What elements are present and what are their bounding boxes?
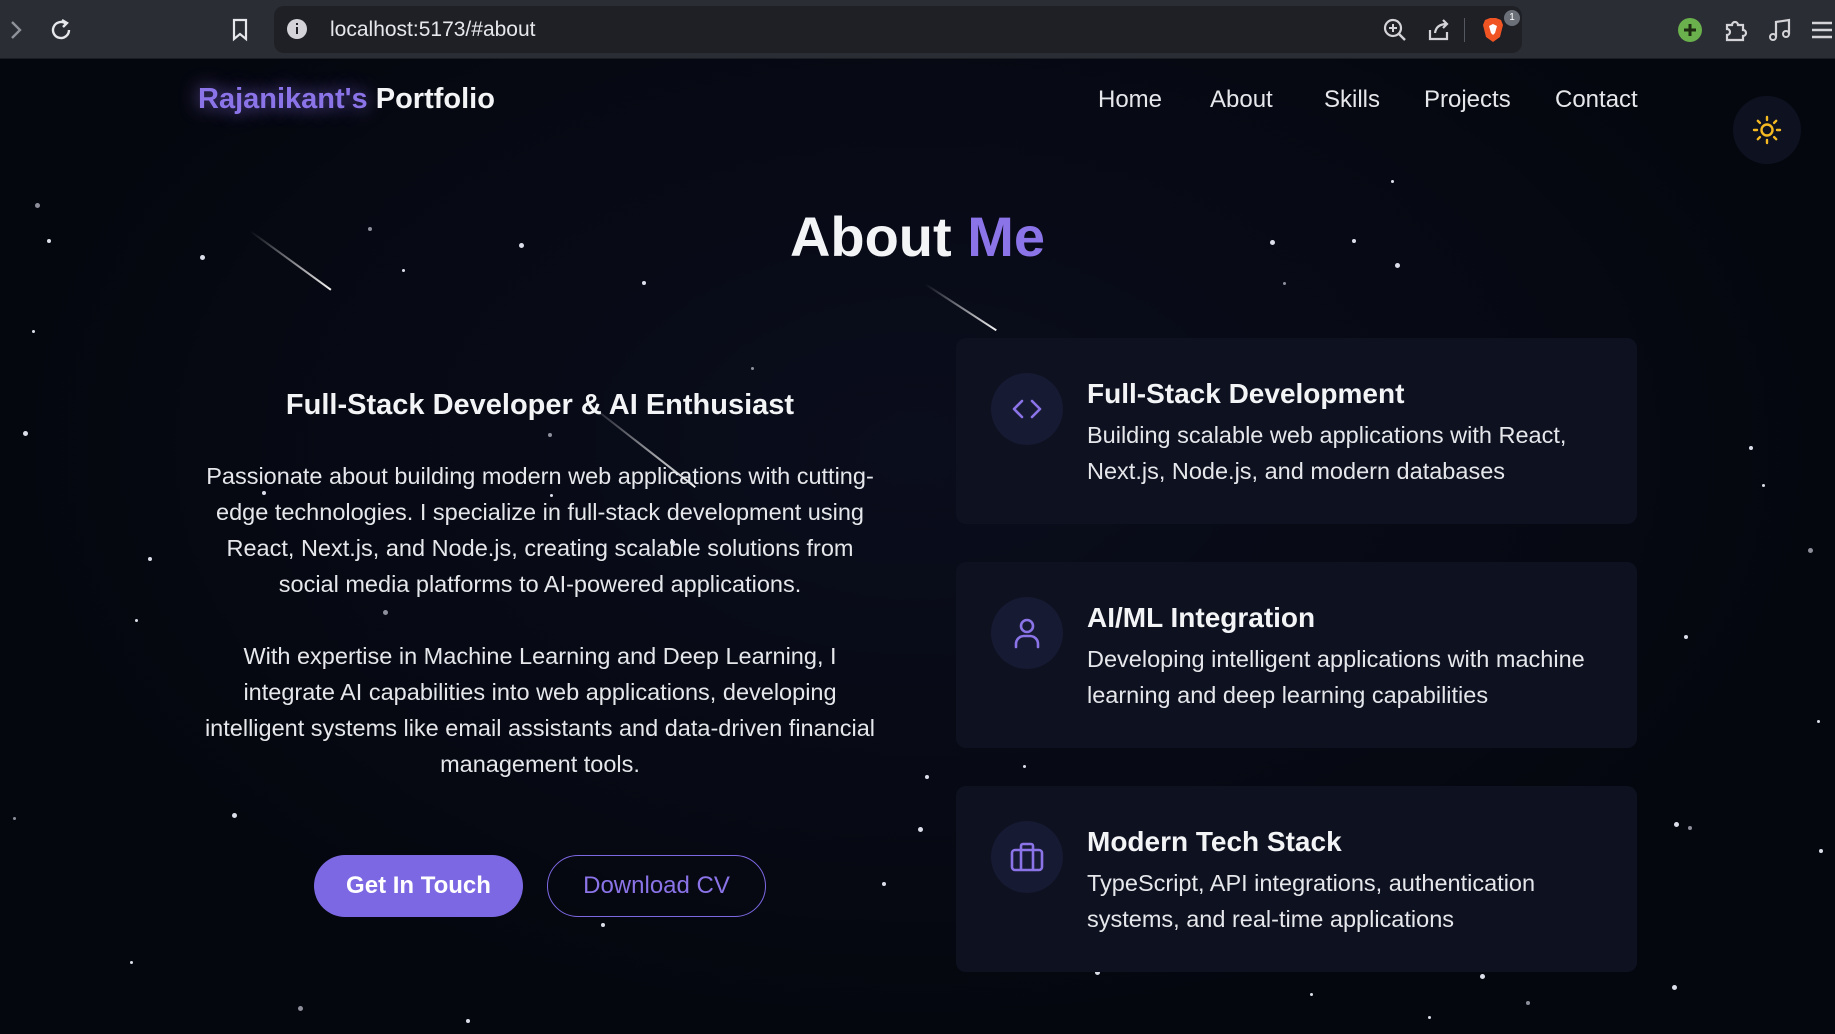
card-title: AI/ML Integration	[1087, 602, 1316, 633]
shields-count-badge: 1	[1504, 10, 1520, 26]
about-paragraph-1: Passionate about building modern web app…	[206, 463, 874, 597]
code-icon	[991, 373, 1063, 445]
card-title: Full-Stack Development	[1087, 378, 1405, 409]
address-bar[interactable]: localhost:5173/#about 1	[274, 6, 1522, 53]
star	[601, 923, 605, 927]
star	[1526, 1001, 1530, 1005]
browser-toolbar: localhost:5173/#about 1	[0, 0, 1835, 59]
star	[1480, 974, 1485, 979]
star	[1428, 1016, 1431, 1019]
star	[1023, 765, 1026, 768]
star	[23, 431, 28, 436]
card-title: Modern Tech Stack	[1087, 826, 1342, 857]
nav-contact[interactable]: Contact	[1555, 86, 1638, 114]
title-me: Me	[967, 205, 1046, 268]
feature-card-techstack: Modern Tech Stack TypeScript, API integr…	[956, 786, 1637, 972]
star	[298, 1006, 303, 1011]
download-cv-button[interactable]: Download CV	[547, 855, 766, 917]
media-icon[interactable]	[1764, 14, 1796, 46]
star	[130, 961, 133, 964]
star	[1283, 282, 1286, 285]
star	[232, 813, 237, 818]
briefcase-icon	[991, 821, 1063, 893]
logo-text: Portfolio	[375, 83, 495, 115]
title-about: About	[789, 205, 952, 268]
star	[1391, 180, 1394, 183]
site-info-icon[interactable]	[286, 18, 308, 40]
star	[882, 882, 886, 886]
star	[751, 367, 754, 370]
star	[135, 619, 138, 622]
nav-projects[interactable]: Projects	[1424, 86, 1511, 114]
star	[13, 817, 16, 820]
logo-accent: Rajanikant's	[198, 83, 368, 115]
star	[402, 269, 405, 272]
feature-card-fullstack: Full-Stack Development Building scalable…	[956, 338, 1637, 524]
card-description: TypeScript, API integrations, authentica…	[1087, 870, 1536, 932]
card-description: Building scalable web applications with …	[1087, 422, 1567, 484]
theme-toggle-button[interactable]	[1733, 96, 1801, 164]
toolbar-separator	[1464, 18, 1465, 42]
portfolio-page: Rajanikant's Portfolio Home About Skills…	[0, 59, 1835, 1034]
nav-skills[interactable]: Skills	[1324, 86, 1380, 114]
star	[1672, 985, 1677, 990]
star	[1749, 446, 1753, 450]
get-in-touch-button[interactable]: Get In Touch	[314, 855, 523, 917]
user-icon	[991, 597, 1063, 669]
star	[32, 330, 35, 333]
section-title: About Me	[0, 204, 1835, 269]
sun-icon	[1752, 115, 1782, 145]
star	[1688, 826, 1692, 830]
menu-icon[interactable]	[1806, 14, 1835, 46]
about-intro: Full-Stack Developer & AI Enthusiast Pas…	[195, 389, 885, 782]
star	[925, 775, 929, 779]
star	[1310, 993, 1313, 996]
star	[1817, 720, 1820, 723]
star	[1808, 548, 1813, 553]
reload-icon[interactable]	[45, 14, 77, 46]
star	[1819, 849, 1823, 853]
star	[148, 557, 152, 561]
bookmark-icon[interactable]	[224, 14, 256, 46]
zoom-icon[interactable]	[1380, 15, 1410, 45]
nav-about[interactable]: About	[1210, 86, 1273, 114]
forward-icon[interactable]	[0, 14, 32, 46]
star	[1684, 635, 1688, 639]
star	[1762, 484, 1765, 487]
star	[918, 827, 923, 832]
nav-home[interactable]: Home	[1098, 86, 1162, 114]
card-description: Developing intelligent applications with…	[1087, 646, 1585, 708]
star	[1674, 822, 1679, 827]
star	[642, 281, 646, 285]
share-icon[interactable]	[1424, 15, 1454, 45]
url-text[interactable]: localhost:5173/#about	[330, 18, 536, 42]
star	[466, 1019, 470, 1023]
shooting-star	[924, 283, 997, 332]
site-logo[interactable]: Rajanikant's Portfolio	[198, 83, 495, 116]
about-paragraph-2: With expertise in Machine Learning and D…	[204, 643, 876, 777]
extensions-icon[interactable]	[1720, 14, 1752, 46]
about-subtitle: Full-Stack Developer & AI Enthusiast	[285, 389, 795, 421]
feature-card-aiml: AI/ML Integration Developing intelligent…	[956, 562, 1637, 748]
extension-green-icon[interactable]	[1674, 14, 1706, 46]
